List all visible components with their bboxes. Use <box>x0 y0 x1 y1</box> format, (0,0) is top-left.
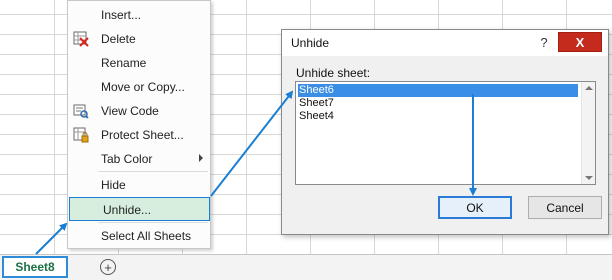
menu-item-label: Insert... <box>101 8 142 22</box>
sheet-tab-bar <box>0 254 612 280</box>
listbox-scrollbar[interactable] <box>581 82 595 184</box>
menu-item-label: Rename <box>101 56 147 70</box>
plus-icon: + <box>104 259 112 275</box>
scroll-down-icon[interactable] <box>585 176 593 180</box>
menu-item-label: Delete <box>101 32 136 46</box>
menu-item-unhide[interactable]: Unhide... <box>69 197 210 221</box>
menu-item-move-or-copy[interactable]: Move or Copy... <box>68 75 210 99</box>
sheet-tab-context-menu: Insert... Delete Rename Move or Copy... <box>67 0 211 249</box>
menu-item-label: Select All Sheets <box>101 229 192 243</box>
menu-item-select-all-sheets[interactable]: Select All Sheets <box>68 224 210 248</box>
menu-item-label: Hide <box>101 178 126 192</box>
menu-item-protect-sheet[interactable]: Protect Sheet... <box>68 123 210 147</box>
menu-separator <box>98 222 208 223</box>
menu-item-label: Unhide... <box>103 203 152 217</box>
menu-item-rename[interactable]: Rename <box>68 51 210 75</box>
menu-item-label: View Code <box>101 104 159 118</box>
view-code-icon <box>73 103 89 119</box>
list-item-sheet7[interactable]: Sheet7 <box>298 97 578 110</box>
scroll-up-icon[interactable] <box>585 86 593 90</box>
menu-item-hide[interactable]: Hide <box>68 173 210 197</box>
add-sheet-button[interactable]: + <box>100 259 116 275</box>
unhide-sheet-label: Unhide sheet: <box>296 66 371 80</box>
dialog-titlebar[interactable]: Unhide ? X <box>282 30 608 56</box>
unhide-dialog: Unhide ? X Unhide sheet: Sheet6 Sheet7 S… <box>281 29 609 235</box>
close-button[interactable]: X <box>558 32 602 52</box>
cancel-button[interactable]: Cancel <box>528 196 602 219</box>
menu-item-label: Move or Copy... <box>101 80 185 94</box>
hidden-sheets-listbox[interactable]: Sheet6 Sheet7 Sheet4 <box>295 81 596 185</box>
menu-separator <box>98 171 208 172</box>
dialog-title: Unhide <box>291 36 330 50</box>
list-item-sheet4[interactable]: Sheet4 <box>298 110 578 123</box>
sheet-tab-sheet8[interactable]: Sheet8 <box>2 256 68 278</box>
dialog-body: Unhide sheet: Sheet6 Sheet7 Sheet4 OK Ca… <box>290 60 602 228</box>
submenu-arrow-icon <box>199 154 203 162</box>
menu-item-delete[interactable]: Delete <box>68 27 210 51</box>
menu-item-insert[interactable]: Insert... <box>68 3 210 27</box>
delete-sheet-icon <box>73 31 89 47</box>
menu-item-label: Tab Color <box>101 152 153 166</box>
menu-item-view-code[interactable]: View Code <box>68 99 210 123</box>
list-item-sheet6[interactable]: Sheet6 <box>298 84 578 97</box>
ok-button[interactable]: OK <box>438 196 512 219</box>
menu-item-label: Protect Sheet... <box>101 128 184 142</box>
protect-sheet-icon <box>73 127 89 143</box>
help-icon[interactable]: ? <box>533 33 555 52</box>
menu-item-tab-color[interactable]: Tab Color <box>68 147 210 171</box>
